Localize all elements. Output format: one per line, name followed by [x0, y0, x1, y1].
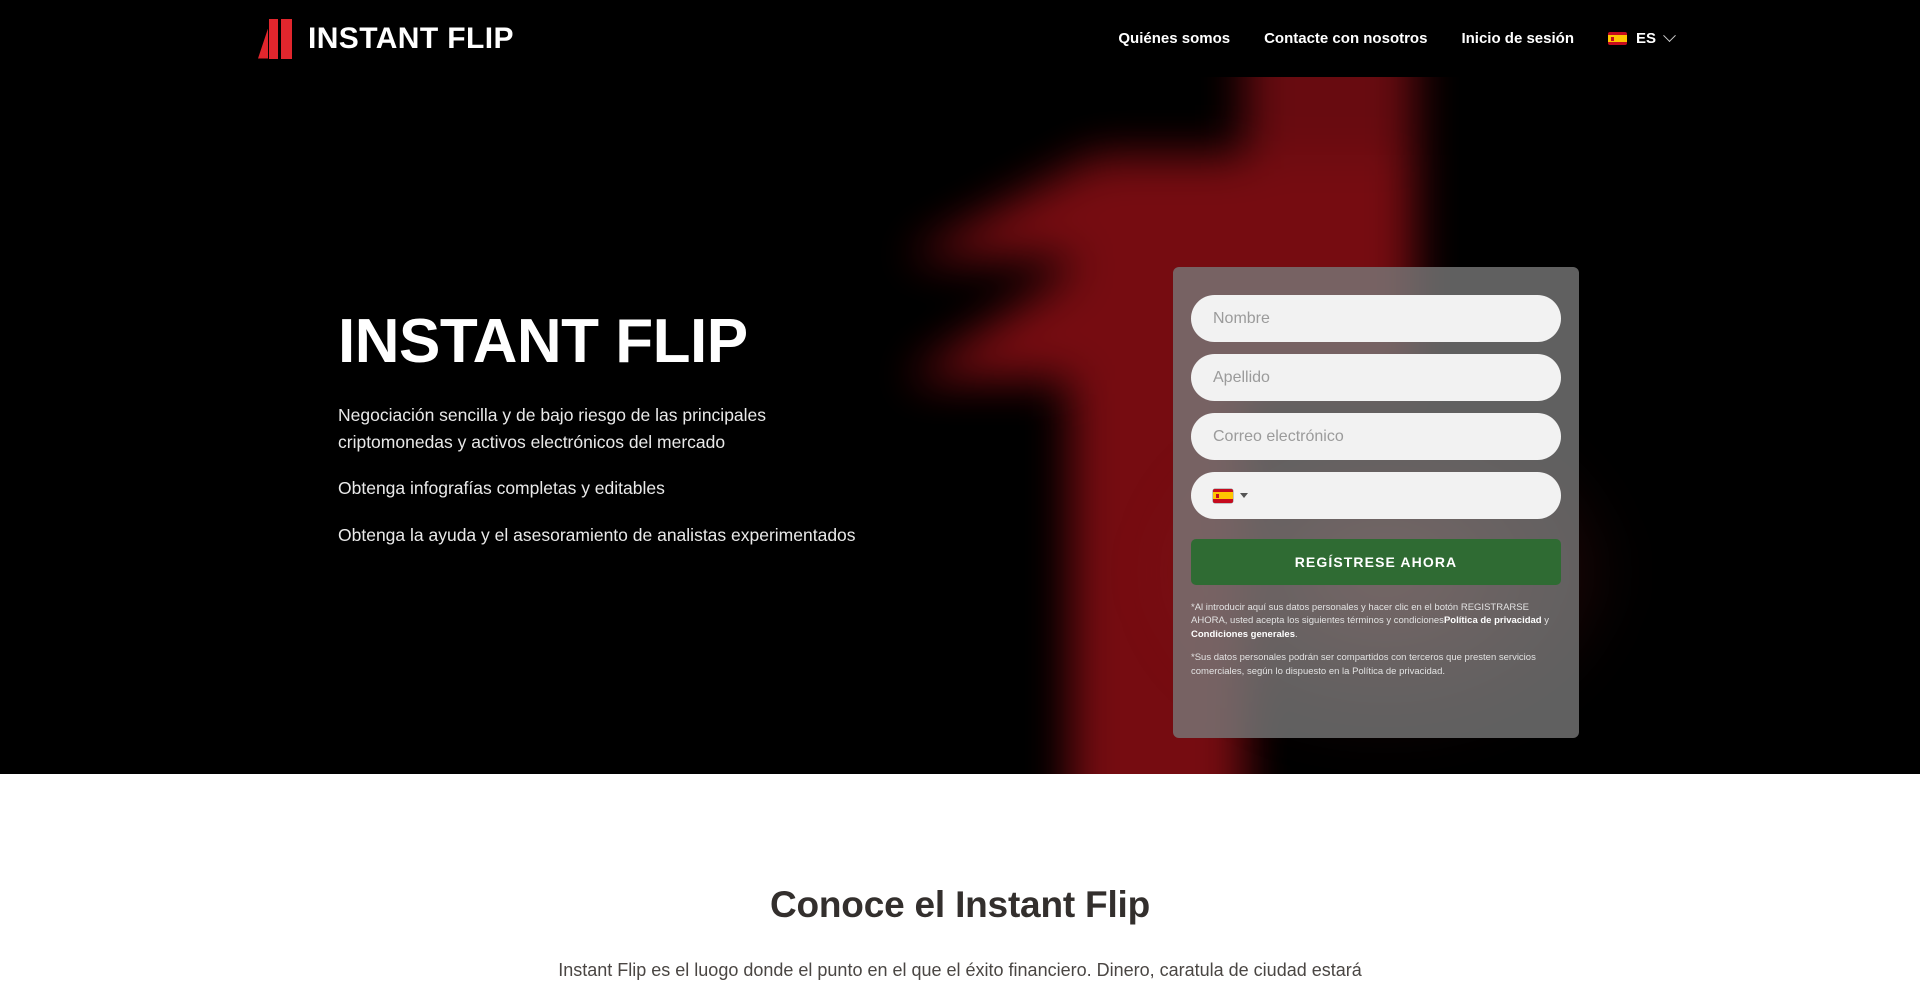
signup-form-card: REGÍSTRESE AHORA *Al introducir aquí sus…: [1173, 267, 1579, 738]
spain-flag-icon: [1213, 488, 1233, 503]
hero-title: INSTANT FLIP: [338, 307, 748, 376]
about-section: Conoce el Instant Flip Instant Flip es e…: [0, 774, 1920, 1000]
nav-item-inicio-de-sesion[interactable]: Inicio de sesión: [1461, 30, 1574, 47]
main-navigation: Quiénes somos Contacte con nosotros Inic…: [1118, 29, 1676, 47]
site-header: INSTANT FLIP Quiénes somos Contacte con …: [0, 0, 1920, 77]
general-conditions-link[interactable]: Condiciones generales: [1191, 629, 1295, 640]
disclaimer-conjunction: y: [1541, 615, 1549, 627]
email-input[interactable]: [1191, 413, 1561, 460]
hero-paragraph-1: Negociación sencilla y de bajo riesgo de…: [338, 405, 767, 452]
disclaimer-period: .: [1295, 628, 1298, 640]
hero-paragraph-3: Obtenga la ayuda y el asesoramiento de a…: [338, 524, 856, 545]
disclaimer-terms: *Al introducir aquí sus datos personales…: [1191, 601, 1561, 641]
nav-item-contacte-con-nosotros[interactable]: Contacte con nosotros: [1264, 30, 1427, 47]
nav-item-quienes-somos[interactable]: Quiénes somos: [1118, 30, 1230, 47]
disclaimer-data-sharing: *Sus datos personales podrán ser compart…: [1191, 652, 1536, 677]
about-title: Conoce el Instant Flip: [769, 884, 1151, 925]
hero-section: INSTANT FLIP Negociación sencilla y de b…: [0, 77, 1920, 774]
register-now-button[interactable]: REGÍSTRESE AHORA: [1191, 539, 1561, 585]
last-name-input[interactable]: [1191, 354, 1561, 401]
about-text: Instant Flip es el luogo donde el punto …: [558, 960, 1362, 980]
caret-down-icon: [1240, 493, 1248, 498]
brand-name: INSTANT FLIP: [308, 21, 514, 55]
privacy-policy-link[interactable]: Política de privacidad: [1444, 615, 1542, 626]
brand-logo-link[interactable]: INSTANT FLIP: [258, 18, 514, 59]
hero-paragraph-2: Obtenga infografías completas y editable…: [338, 478, 665, 499]
language-code: ES: [1635, 30, 1656, 47]
hero-copy: INSTANT FLIP Negociación sencilla y de b…: [338, 309, 878, 548]
spain-flag-icon: [1607, 32, 1627, 45]
phone-country-selector[interactable]: [1191, 472, 1561, 519]
first-name-input[interactable]: [1191, 295, 1561, 342]
instant-flip-bars-logo-icon: [258, 18, 292, 59]
language-switcher[interactable]: ES: [1607, 29, 1676, 47]
chevron-down-icon: [1663, 29, 1676, 43]
